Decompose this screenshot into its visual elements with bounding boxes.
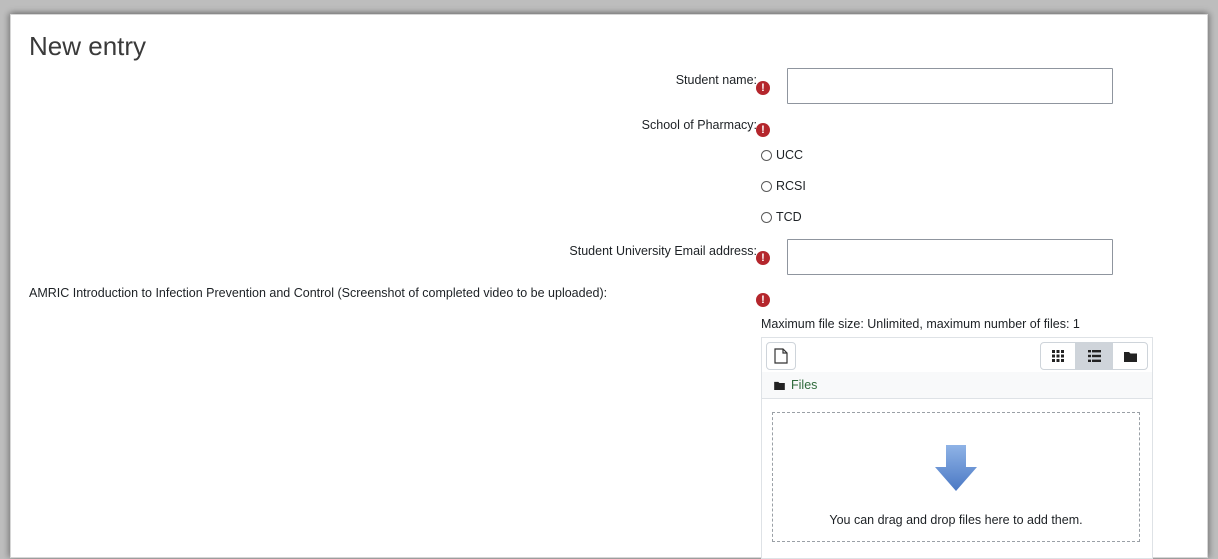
files-path-link[interactable]: Files (791, 378, 817, 392)
file-icon (774, 348, 788, 364)
radio-button[interactable] (761, 211, 772, 223)
radio-label: UCC (776, 148, 804, 162)
folder-icon (774, 381, 785, 390)
radio-button[interactable] (761, 149, 772, 161)
arrow-down-icon (935, 445, 977, 491)
file-drop-zone[interactable]: You can drag and drop files here to add … (772, 412, 1140, 542)
school-option-tcd[interactable]: TCD (761, 210, 802, 224)
folder-view-icon (1123, 351, 1137, 362)
required-icon: ! (756, 123, 770, 137)
tree-view-button[interactable] (1112, 342, 1148, 370)
list-view-button[interactable] (1076, 342, 1112, 370)
breadcrumb: Files (762, 372, 1152, 399)
school-label: School of Pharmacy: (641, 118, 757, 132)
grid-view-icon (1052, 350, 1064, 362)
form-panel: New entry Student name: ! School of Phar… (10, 14, 1208, 559)
add-file-button[interactable] (766, 342, 796, 370)
amric-label: AMRIC Introduction to Infection Preventi… (29, 286, 608, 300)
page-title: New entry (29, 31, 147, 61)
required-icon: ! (756, 251, 770, 265)
email-input[interactable] (787, 239, 1113, 275)
school-option-rcsi[interactable]: RCSI (761, 179, 806, 193)
email-label: Student University Email address: (569, 244, 757, 258)
view-switcher (1040, 342, 1148, 370)
school-option-ucc[interactable]: UCC (761, 148, 803, 162)
radio-label: RCSI (776, 179, 806, 193)
drop-instruction: You can drag and drop files here to add … (829, 513, 1083, 527)
required-icon: ! (756, 81, 770, 95)
file-limit-hint: Maximum file size: Unlimited, maximum nu… (761, 317, 1080, 331)
grid-view-button[interactable] (1040, 342, 1076, 370)
required-icon: ! (756, 293, 770, 307)
file-picker: Files You can drag and drop files here t… (761, 337, 1153, 559)
student-name-input[interactable] (787, 68, 1113, 104)
list-view-icon (1087, 350, 1101, 362)
student-name-label: Student name: (675, 73, 757, 87)
radio-button[interactable] (761, 180, 772, 192)
radio-label: TCD (776, 210, 802, 224)
file-picker-toolbar (762, 338, 1152, 372)
